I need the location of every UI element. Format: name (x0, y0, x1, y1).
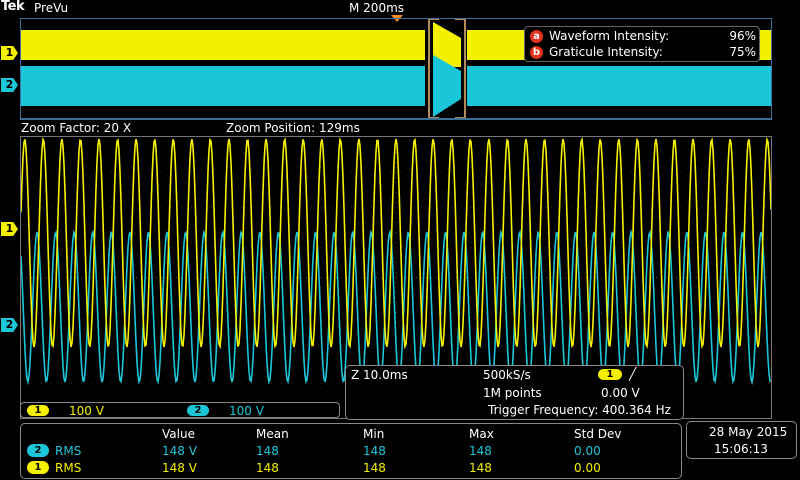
zoom-divider (20, 119, 772, 120)
meas-row-ch2-max: 148 (469, 444, 492, 458)
meas-row-ch2-mean: 148 (256, 444, 279, 458)
meas-header-mean: Mean (256, 427, 289, 441)
ch2-scale-value: 100 V (229, 404, 264, 418)
trigger-frequency: Trigger Frequency: 400.364 Hz (488, 403, 671, 417)
ch1-position-marker[interactable]: 1 (1, 222, 18, 236)
meas-row-ch2-std-dev: 0.00 (574, 444, 601, 458)
zoom-position-readout: Zoom Position: 129ms (226, 121, 360, 135)
waveform-intensity-value: 96% (729, 29, 756, 43)
ch1-overview-marker[interactable]: 1 (1, 46, 18, 60)
ch2-scale-badge[interactable]: 2 (187, 405, 209, 416)
horizontal-scale[interactable]: M 200ms (349, 1, 404, 15)
meas-row-ch1-max: 148 (469, 461, 492, 475)
meas-row-ch2-badge[interactable]: 2 (27, 444, 49, 457)
ch1-scale-value: 100 V (69, 404, 104, 418)
brand-logo: Tek (1, 0, 25, 14)
meas-row-ch2-min: 148 (363, 444, 386, 458)
graticule-intensity-label: Graticule Intensity: (549, 45, 663, 59)
time-readout: 15:06:13 (714, 442, 768, 456)
meas-row-ch1-value: 148 V (162, 461, 197, 475)
sample-rate: 500kS/s (483, 368, 531, 382)
trigger-level: 0.00 V (601, 386, 640, 400)
waveform-intensity-label: Waveform Intensity: (549, 29, 670, 43)
meas-header-max: Max (469, 427, 494, 441)
zoom-time-scale: Z 10.0ms (351, 368, 408, 382)
date-time-display[interactable]: 28 May 2015 15:06:13 (686, 421, 797, 459)
date-readout: 28 May 2015 (709, 425, 788, 439)
ch2-overview-band (21, 66, 771, 106)
meas-row-ch1-badge[interactable]: 1 (27, 461, 49, 474)
measurements-panel[interactable]: Value Mean Min Max Std Dev 2 RMS 148 V 1… (20, 423, 682, 479)
acquisition-readout[interactable]: Z 10.0ms 500kS/s 1 ╱ 1M points 0.00 V Tr… (345, 365, 684, 420)
waveform-intensity-key[interactable]: a (530, 30, 543, 43)
intensity-panel: a Waveform Intensity: 96% b Graticule In… (524, 26, 760, 62)
meas-row-ch1-std-dev: 0.00 (574, 461, 601, 475)
zoom-factor-readout: Zoom Factor: 20 X (21, 121, 132, 135)
meas-header-value: Value (162, 427, 195, 441)
graticule-intensity-key[interactable]: b (530, 46, 543, 59)
trigger-slope-icon: ╱ (629, 367, 637, 381)
meas-row-ch2-type: RMS (55, 444, 82, 458)
meas-header-min: Min (363, 427, 385, 441)
channel-scale-readout[interactable]: 1 100 V 2 100 V (20, 402, 340, 418)
graticule-intensity-value: 75% (729, 45, 756, 59)
meas-header-std-dev: Std Dev (574, 427, 622, 441)
meas-row-ch1-mean: 148 (256, 461, 279, 475)
ch2-position-marker[interactable]: 2 (1, 318, 18, 332)
record-length: 1M points (483, 386, 542, 400)
meas-row-ch2-value: 148 V (162, 444, 197, 458)
meas-row-ch1-min: 148 (363, 461, 386, 475)
meas-row-ch1-type: RMS (55, 461, 82, 475)
ch1-scale-badge[interactable]: 1 (27, 405, 49, 416)
ch2-overview-marker[interactable]: 2 (1, 78, 18, 92)
trigger-source-badge[interactable]: 1 (598, 369, 622, 380)
acquisition-mode: PreVu (34, 1, 69, 15)
